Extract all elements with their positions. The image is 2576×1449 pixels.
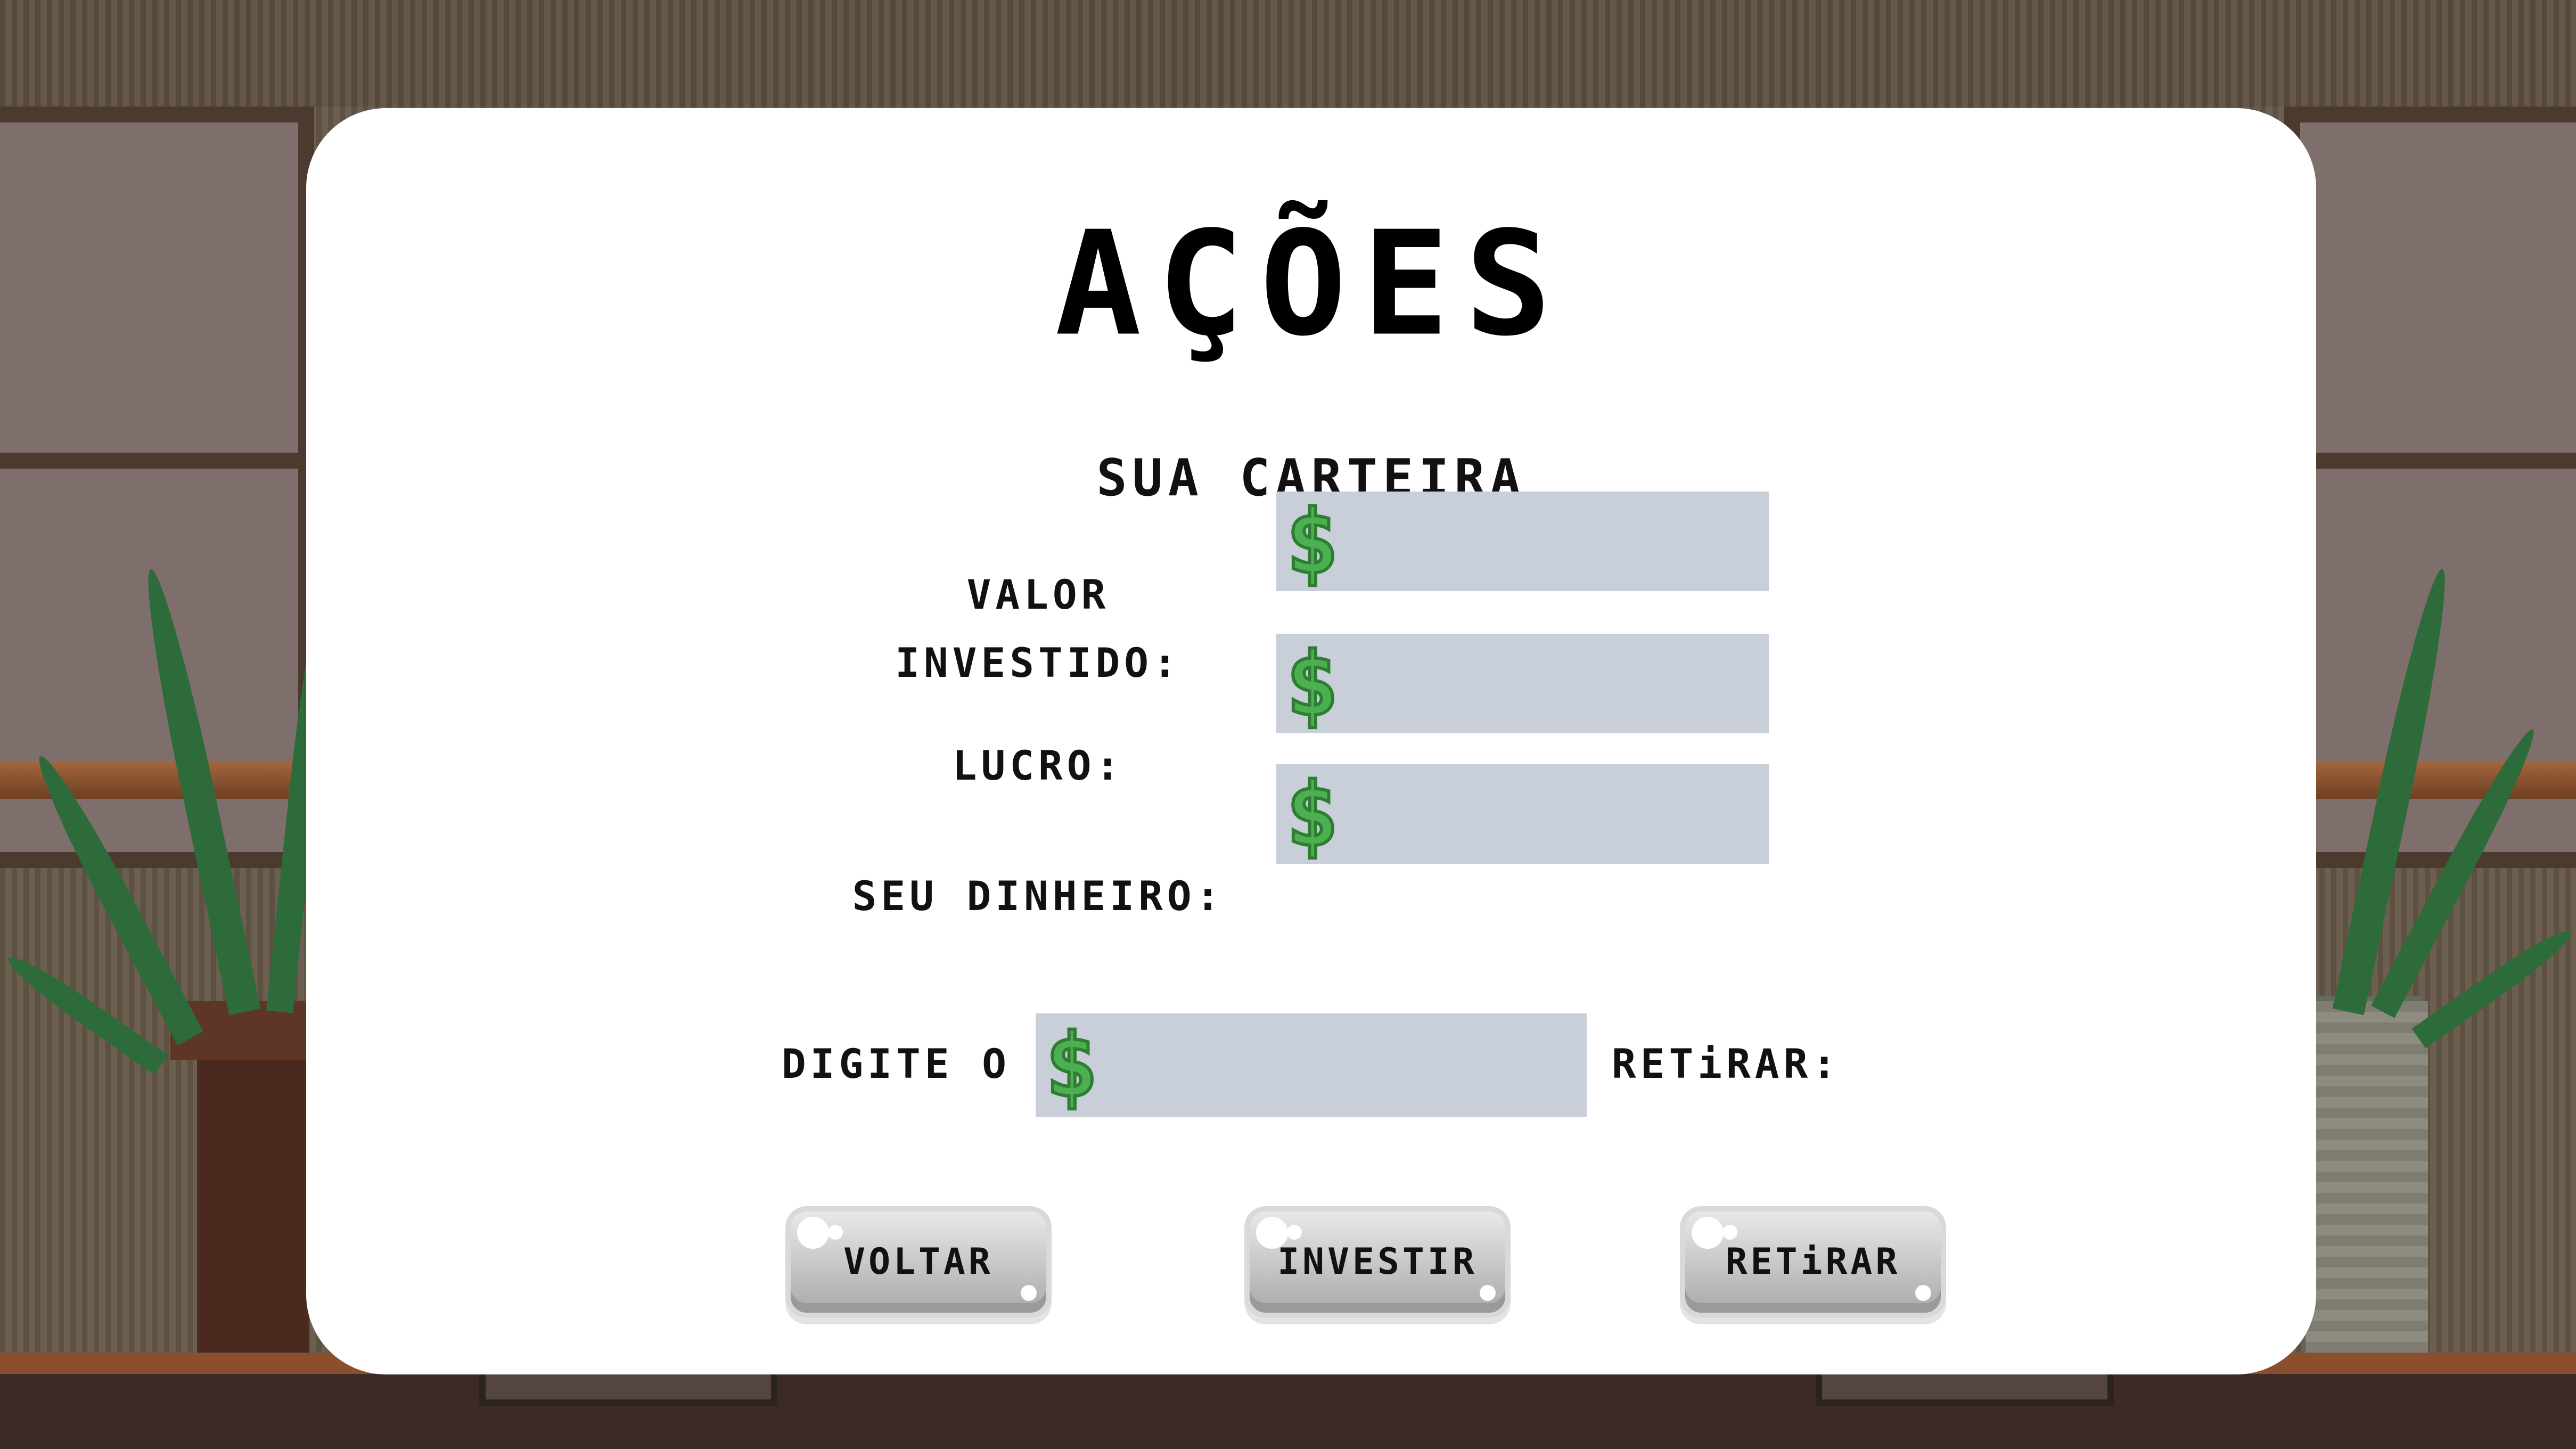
invested-value-field[interactable] (1276, 492, 1769, 591)
page-title: AÇÕES (1055, 200, 1568, 368)
back-button[interactable]: VOLTAR (785, 1206, 1052, 1318)
amount-field: $ (1036, 1013, 1587, 1117)
background-window-right (2284, 107, 2576, 868)
money-field: $ (1276, 764, 1769, 864)
invested-field: $ (1276, 492, 1769, 591)
background-top-band (0, 0, 2576, 107)
background-sill-right (2290, 762, 2576, 799)
stocks-modal: AÇÕES SUA CARTEIRA VALOR INVESTIDO: $ LU… (306, 108, 2316, 1374)
amount-input[interactable] (1036, 1013, 1587, 1117)
profit-label: LUCRO: (952, 742, 1125, 789)
dollar-icon: $ (1284, 764, 1340, 866)
money-label: SEU DINHEIRO: (852, 872, 1225, 920)
money-value-field[interactable] (1276, 764, 1769, 864)
dollar-icon: $ (1284, 633, 1340, 735)
dollar-icon: $ (1044, 1014, 1100, 1117)
background-window-left (0, 107, 314, 868)
withdraw-button[interactable]: RETiRAR (1680, 1206, 1946, 1318)
invested-label: VALOR INVESTIDO: (895, 571, 1182, 686)
profit-field: $ (1276, 634, 1769, 733)
background-floor (0, 1374, 2576, 1449)
invest-button[interactable]: INVESTIR (1244, 1206, 1511, 1318)
profit-value-field[interactable] (1276, 634, 1769, 733)
dollar-icon: $ (1284, 491, 1340, 593)
